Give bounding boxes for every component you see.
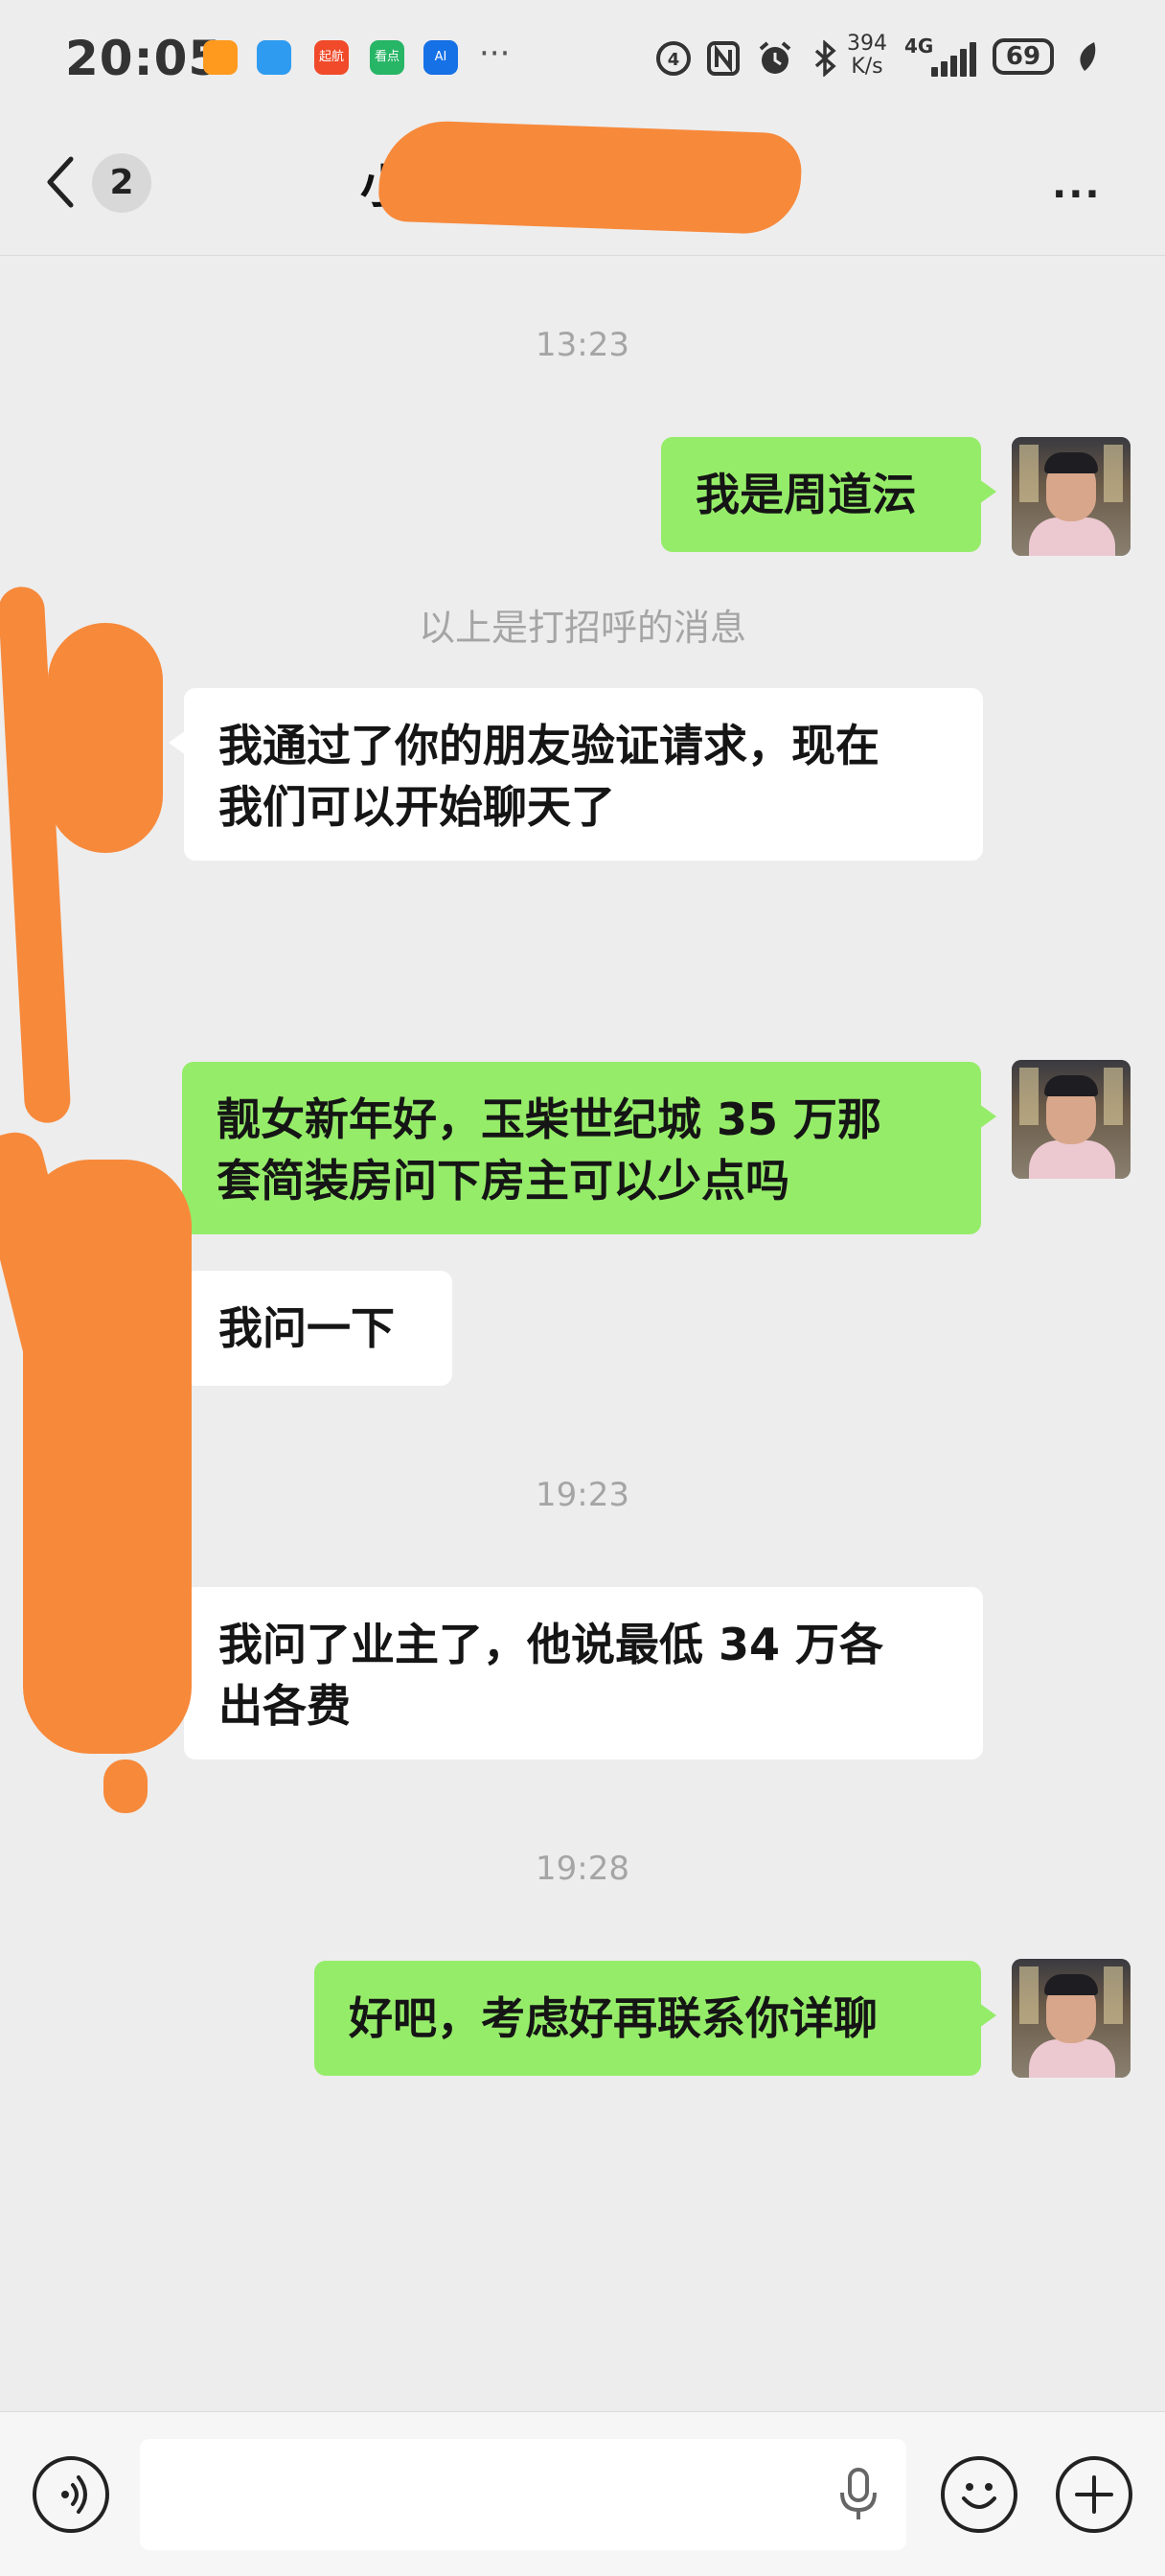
wechat-chat-screen: 20:05 起航 看点 AI ··· 4 394 K/s 4G 69 2 ···… [0,0,1165,2576]
message-text-input[interactable] [140,2439,906,2550]
my-avatar[interactable] [1012,437,1131,556]
game-app-icon: 起航 [314,40,349,75]
emoji-button[interactable] [941,2456,1017,2533]
network-type: 4G [904,34,934,58]
voice-wave-icon [61,2475,87,2514]
greeting-system-note: 以上是打招呼的消息 [418,607,746,649]
title-redaction-mark [377,119,803,236]
status-bar: 20:05 起航 看点 AI ··· 4 394 K/s 4G 69 [0,0,1165,115]
alarm-icon [757,40,793,77]
battery-indicator: 69 [993,38,1054,75]
my-avatar[interactable] [1012,1959,1131,2078]
my-avatar[interactable] [1012,1060,1131,1179]
chat-input-bar [0,2411,1165,2576]
browser-app-icon [257,40,291,75]
signal-strength-icon [931,40,979,77]
back-arrow-icon[interactable] [42,153,80,211]
message-bubble-received[interactable]: 我通过了你的朋友验证请求，现在 我们可以开始聊天了 [169,688,983,861]
microphone-icon[interactable] [835,2466,881,2523]
status-more-icon: ··· [479,34,511,73]
message-bubble-sent[interactable]: 靓女新年好，玉柴世纪城 35 万那 套简装房问下房主可以少点吗 [182,1062,996,1234]
message-bubble-received[interactable]: 我问一下 [169,1271,452,1386]
kandian-app-icon: 看点 [370,40,404,75]
taobao-app-icon [203,40,238,75]
voice-mode-button[interactable] [33,2456,109,2533]
more-functions-button[interactable] [1056,2456,1132,2533]
hd-call-icon: 4 [655,40,692,77]
message-timestamp: 13:23 [536,326,629,364]
more-options-icon[interactable]: ··· [1052,172,1102,217]
plus-icon [1075,2475,1113,2514]
message-bubble-sent[interactable]: 我是周道沄 [661,437,996,552]
power-saving-leaf-icon [1075,40,1100,82]
emoji-smile-icon [962,2483,996,2509]
nfc-icon [705,40,742,77]
status-time: 20:05 [65,31,223,86]
bluetooth-icon [807,39,843,78]
message-bubble-sent[interactable]: 好吧，考虑好再联系你详聊 [314,1961,996,2076]
svg-text:4: 4 [668,50,680,70]
unread-count-badge[interactable]: 2 [92,153,151,213]
message-bubble-received[interactable]: 我问了业主了，他说最低 34 万各 出各费 [169,1587,983,1760]
message-timestamp: 19:28 [536,1850,629,1888]
network-speed: 394 K/s [847,32,887,79]
ai-app-icon: AI [423,40,458,75]
